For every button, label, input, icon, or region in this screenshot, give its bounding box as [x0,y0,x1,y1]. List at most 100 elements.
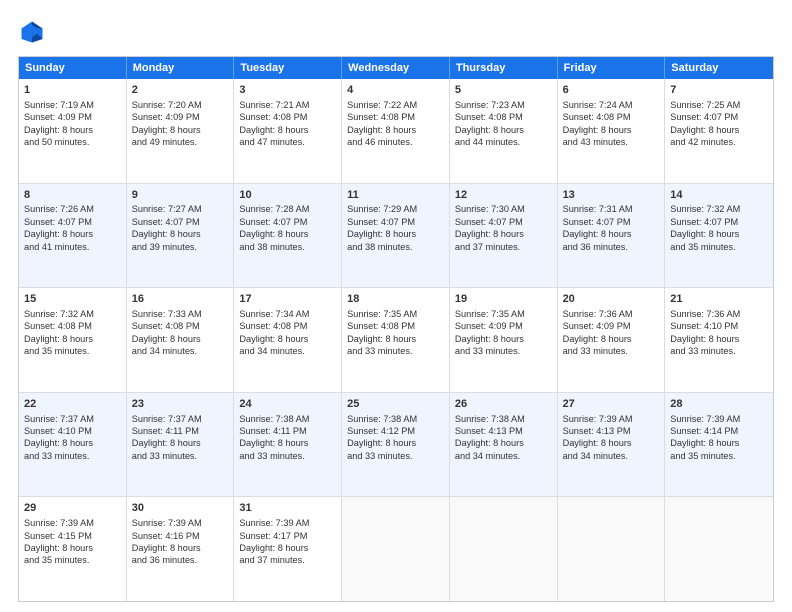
day-detail: and 34 minutes. [132,345,229,357]
day-cell-23: 23Sunrise: 7:37 AMSunset: 4:11 PMDayligh… [127,393,235,497]
day-cell-9: 9Sunrise: 7:27 AMSunset: 4:07 PMDaylight… [127,184,235,288]
day-number: 21 [670,292,768,307]
day-detail: Sunset: 4:10 PM [670,320,768,332]
calendar-row-2: 15Sunrise: 7:32 AMSunset: 4:08 PMDayligh… [19,288,773,393]
calendar-header: SundayMondayTuesdayWednesdayThursdayFrid… [19,57,773,79]
day-detail: and 35 minutes. [24,345,121,357]
day-number: 11 [347,188,444,203]
day-detail: Sunrise: 7:37 AM [132,413,229,425]
day-number: 26 [455,397,552,412]
header-day-saturday: Saturday [665,57,773,79]
empty-cell [342,497,450,601]
day-detail: Sunrise: 7:34 AM [239,308,336,320]
day-detail: Sunset: 4:07 PM [24,216,121,228]
day-detail: Sunrise: 7:28 AM [239,203,336,215]
day-cell-27: 27Sunrise: 7:39 AMSunset: 4:13 PMDayligh… [558,393,666,497]
day-detail: Daylight: 8 hours [670,333,768,345]
header-day-wednesday: Wednesday [342,57,450,79]
day-detail: Sunset: 4:08 PM [455,111,552,123]
day-detail: Daylight: 8 hours [670,124,768,136]
day-cell-12: 12Sunrise: 7:30 AMSunset: 4:07 PMDayligh… [450,184,558,288]
day-number: 28 [670,397,768,412]
day-detail: Daylight: 8 hours [563,228,660,240]
day-detail: Sunrise: 7:20 AM [132,99,229,111]
day-cell-30: 30Sunrise: 7:39 AMSunset: 4:16 PMDayligh… [127,497,235,601]
day-number: 10 [239,188,336,203]
day-detail: Sunrise: 7:39 AM [670,413,768,425]
day-cell-11: 11Sunrise: 7:29 AMSunset: 4:07 PMDayligh… [342,184,450,288]
day-detail: and 34 minutes. [455,450,552,462]
calendar-row-1: 8Sunrise: 7:26 AMSunset: 4:07 PMDaylight… [19,184,773,289]
day-number: 25 [347,397,444,412]
day-detail: Sunrise: 7:19 AM [24,99,121,111]
day-cell-20: 20Sunrise: 7:36 AMSunset: 4:09 PMDayligh… [558,288,666,392]
day-detail: Sunset: 4:07 PM [347,216,444,228]
day-detail: Sunset: 4:15 PM [24,530,121,542]
day-detail: and 36 minutes. [132,554,229,566]
day-detail: Sunrise: 7:32 AM [24,308,121,320]
day-detail: Daylight: 8 hours [563,437,660,449]
day-detail: and 33 minutes. [347,345,444,357]
day-number: 16 [132,292,229,307]
day-detail: Sunrise: 7:35 AM [347,308,444,320]
day-detail: and 46 minutes. [347,136,444,148]
day-detail: Daylight: 8 hours [132,542,229,554]
day-detail: Daylight: 8 hours [239,542,336,554]
day-detail: Sunset: 4:09 PM [563,320,660,332]
day-detail: Sunrise: 7:36 AM [563,308,660,320]
day-detail: Sunrise: 7:38 AM [239,413,336,425]
day-detail: Daylight: 8 hours [670,437,768,449]
day-detail: and 44 minutes. [455,136,552,148]
day-cell-10: 10Sunrise: 7:28 AMSunset: 4:07 PMDayligh… [234,184,342,288]
header-day-monday: Monday [127,57,235,79]
day-detail: Daylight: 8 hours [132,333,229,345]
day-number: 30 [132,501,229,516]
day-detail: Sunset: 4:08 PM [347,111,444,123]
empty-cell [450,497,558,601]
day-cell-4: 4Sunrise: 7:22 AMSunset: 4:08 PMDaylight… [342,79,450,183]
day-detail: Sunset: 4:08 PM [24,320,121,332]
day-detail: and 34 minutes. [563,450,660,462]
day-detail: and 37 minutes. [239,554,336,566]
day-detail: Sunrise: 7:21 AM [239,99,336,111]
day-detail: Sunset: 4:08 PM [239,111,336,123]
logo [18,18,50,46]
day-number: 5 [455,83,552,98]
day-detail: Sunset: 4:07 PM [563,216,660,228]
day-number: 2 [132,83,229,98]
day-number: 14 [670,188,768,203]
day-detail: and 36 minutes. [563,241,660,253]
day-cell-3: 3Sunrise: 7:21 AMSunset: 4:08 PMDaylight… [234,79,342,183]
day-detail: Sunset: 4:13 PM [563,425,660,437]
day-detail: and 33 minutes. [24,450,121,462]
day-detail: Sunrise: 7:23 AM [455,99,552,111]
day-detail: Sunrise: 7:38 AM [455,413,552,425]
day-detail: Sunset: 4:09 PM [132,111,229,123]
day-cell-25: 25Sunrise: 7:38 AMSunset: 4:12 PMDayligh… [342,393,450,497]
day-detail: Daylight: 8 hours [239,437,336,449]
day-number: 17 [239,292,336,307]
day-detail: and 43 minutes. [563,136,660,148]
day-detail: and 33 minutes. [670,345,768,357]
day-detail: Sunrise: 7:27 AM [132,203,229,215]
day-number: 3 [239,83,336,98]
day-number: 29 [24,501,121,516]
calendar: SundayMondayTuesdayWednesdayThursdayFrid… [18,56,774,602]
day-cell-17: 17Sunrise: 7:34 AMSunset: 4:08 PMDayligh… [234,288,342,392]
day-detail: and 33 minutes. [239,450,336,462]
day-detail: Sunset: 4:17 PM [239,530,336,542]
day-detail: and 33 minutes. [455,345,552,357]
day-detail: Daylight: 8 hours [24,333,121,345]
day-detail: Sunrise: 7:36 AM [670,308,768,320]
day-detail: Sunset: 4:07 PM [239,216,336,228]
day-detail: Sunset: 4:07 PM [670,111,768,123]
day-number: 13 [563,188,660,203]
day-detail: Daylight: 8 hours [24,228,121,240]
day-number: 27 [563,397,660,412]
day-detail: and 38 minutes. [347,241,444,253]
day-detail: Daylight: 8 hours [24,124,121,136]
day-detail: Daylight: 8 hours [347,124,444,136]
day-number: 9 [132,188,229,203]
day-detail: and 39 minutes. [132,241,229,253]
day-cell-5: 5Sunrise: 7:23 AMSunset: 4:08 PMDaylight… [450,79,558,183]
